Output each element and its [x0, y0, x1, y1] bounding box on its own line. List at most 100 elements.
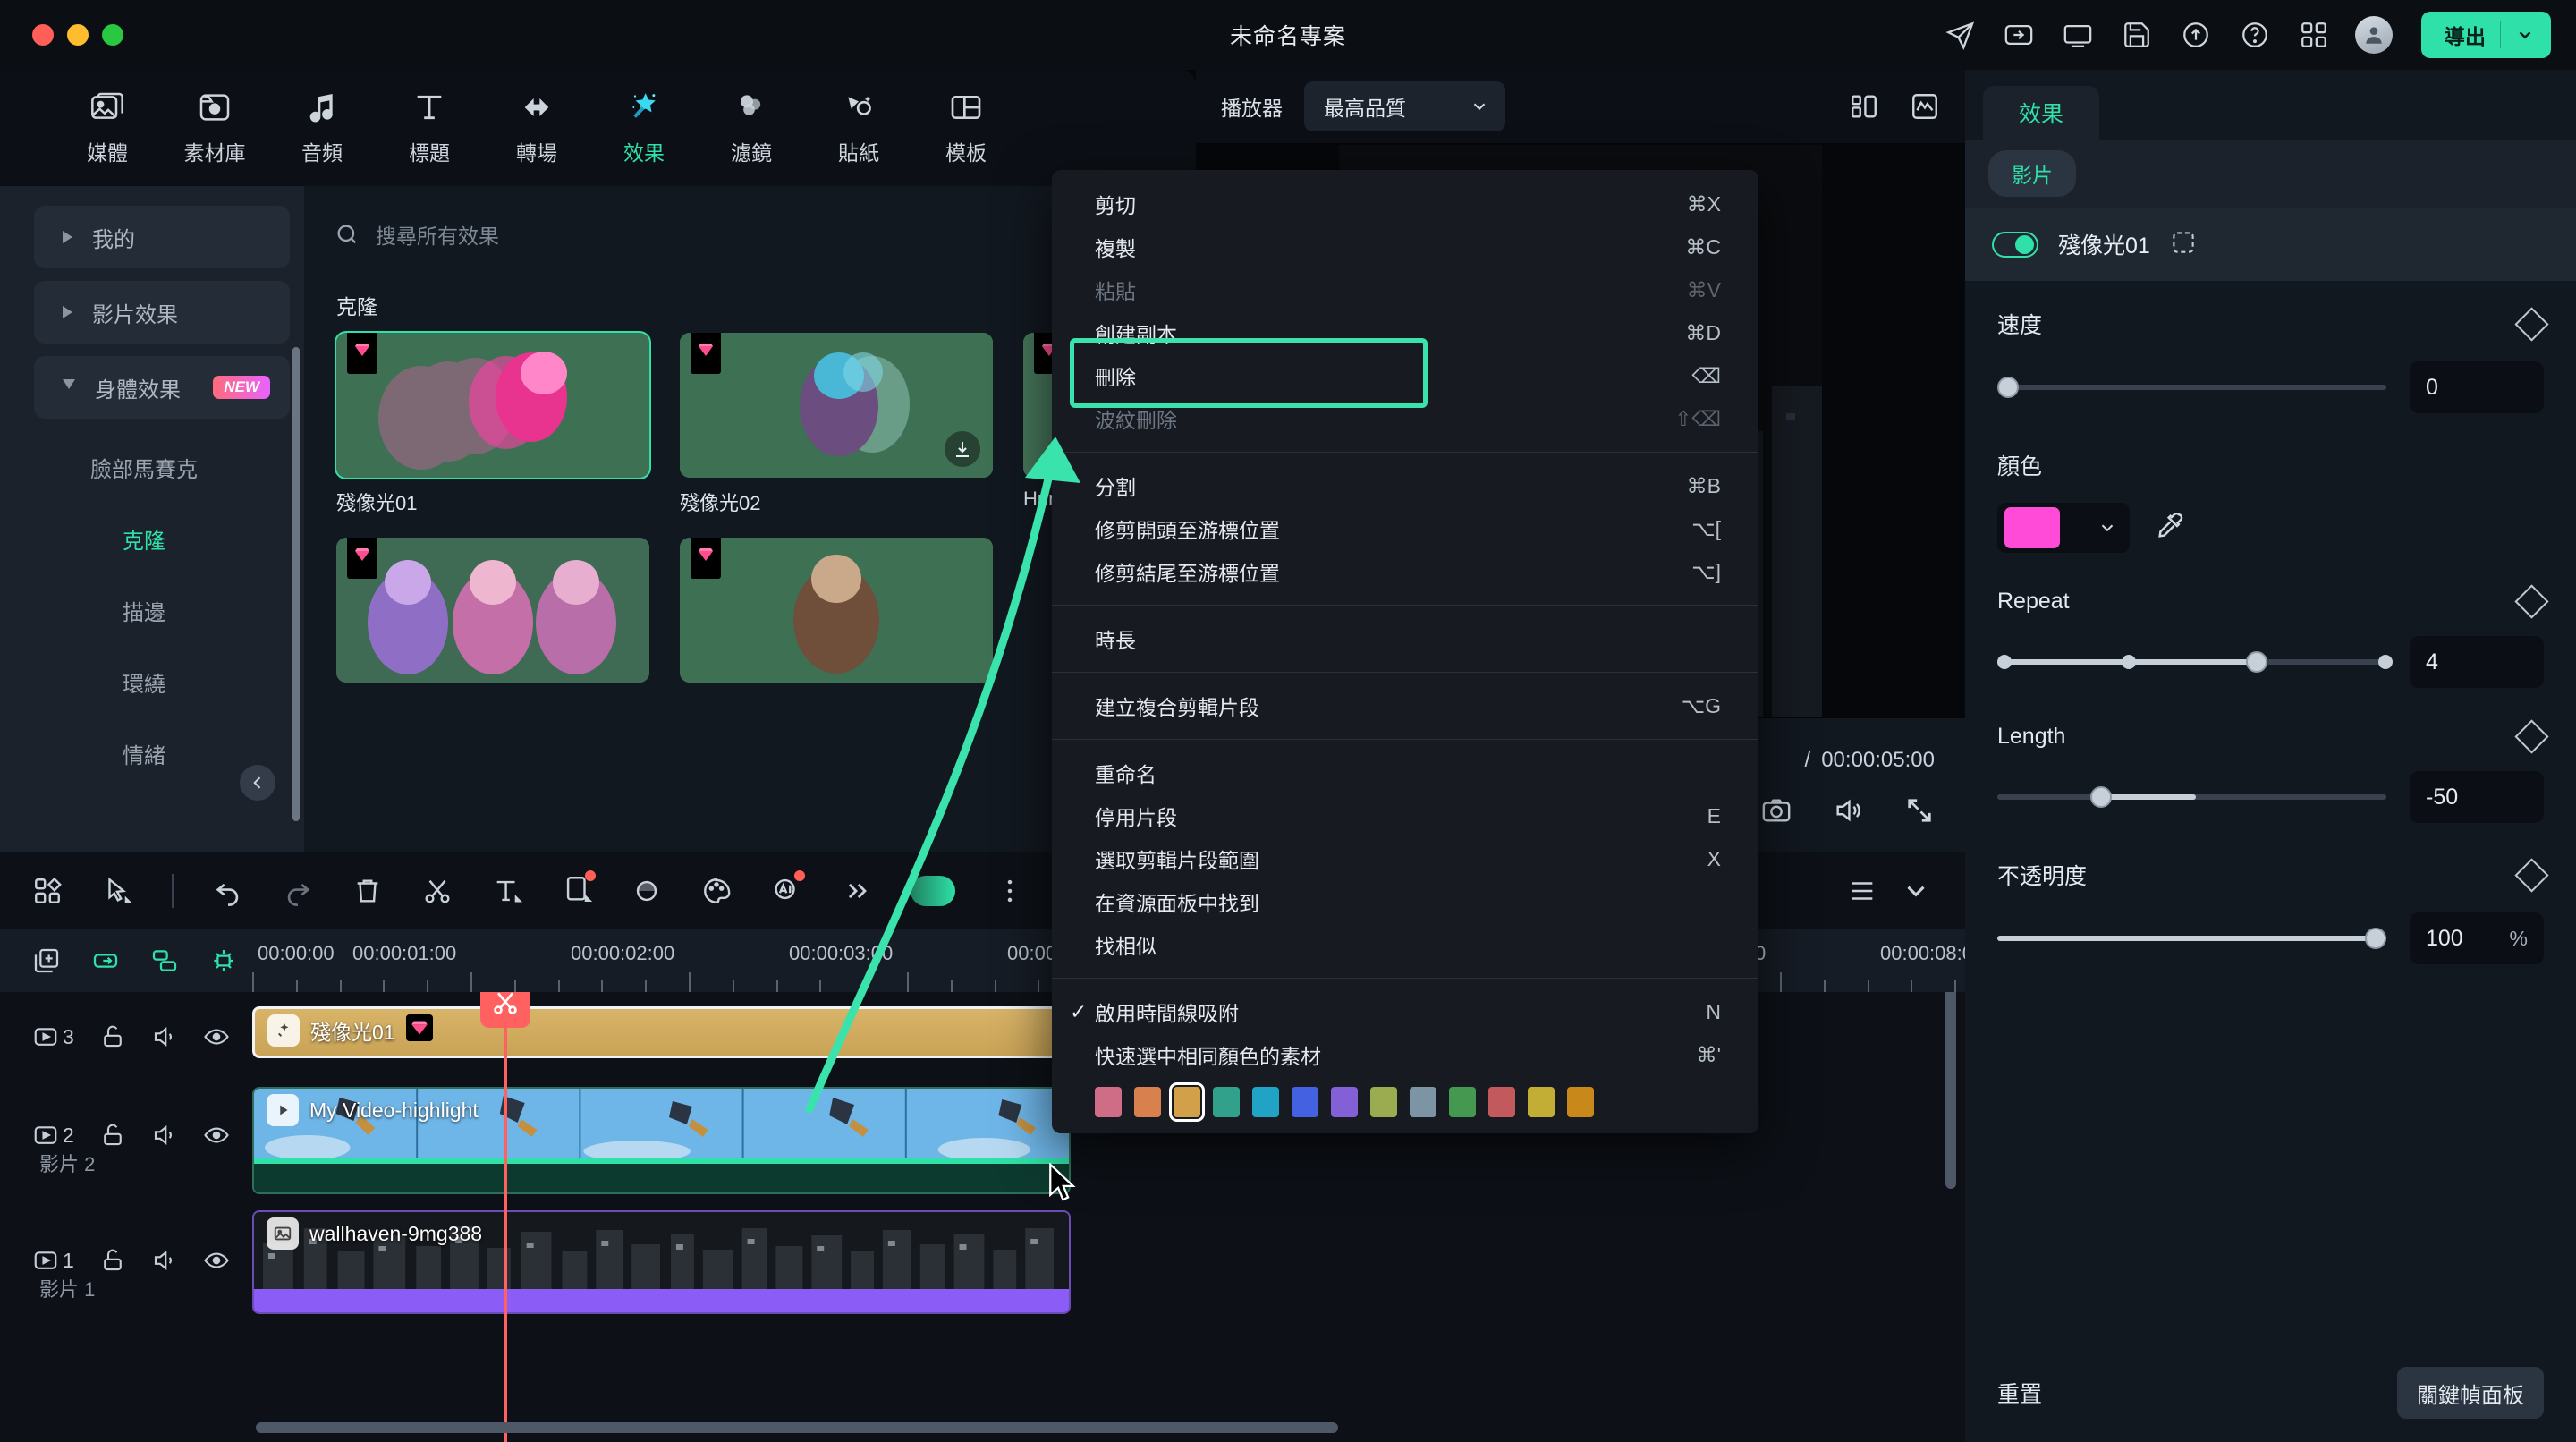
- menu-item-複製[interactable]: 複製 ⌘C: [1052, 225, 1758, 268]
- keyframe-panel-button[interactable]: 關鍵幀面板: [2397, 1367, 2544, 1419]
- speed-slider[interactable]: [1997, 376, 2386, 399]
- mask-icon[interactable]: [631, 876, 662, 906]
- cloud-backup-icon[interactable]: [2001, 17, 2037, 53]
- unlock-icon[interactable]: [99, 1023, 126, 1050]
- ai-icon[interactable]: [771, 874, 801, 904]
- reset-button[interactable]: 重置: [1997, 1377, 2042, 1409]
- more-icon[interactable]: [841, 876, 871, 906]
- select-tool-icon[interactable]: [102, 876, 132, 906]
- menu-item-停用片段[interactable]: 停用片段 E: [1052, 794, 1758, 837]
- timeline-clip-image[interactable]: wallhaven-9mg388: [252, 1210, 1071, 1314]
- menu-icon[interactable]: [995, 876, 1025, 906]
- tab-template[interactable]: 模板: [912, 89, 1020, 166]
- ai-icon-wrapper[interactable]: [771, 869, 805, 909]
- collapse-panel-button[interactable]: [240, 765, 275, 801]
- effect-enable-toggle[interactable]: [1992, 231, 2038, 258]
- menu-item-快速選中相同顏色的素材[interactable]: 快速選中相同顏色的素材 ⌘': [1052, 1033, 1758, 1076]
- chevron-down-icon[interactable]: [2515, 25, 2535, 45]
- delete-icon[interactable]: [352, 876, 383, 906]
- menu-item-重命名[interactable]: 重命名: [1052, 751, 1758, 794]
- category-body-effects[interactable]: 身體效果 NEW: [34, 356, 290, 419]
- screen-recorder-icon[interactable]: [2060, 17, 2096, 53]
- subcategory-surround[interactable]: 環繞: [34, 646, 290, 717]
- color-select[interactable]: [1997, 503, 2130, 553]
- menu-item-修剪結尾至游標位置[interactable]: 修剪結尾至游標位置 ⌥]: [1052, 550, 1758, 593]
- keyframe-icon[interactable]: [2514, 584, 2549, 619]
- effect-card[interactable]: [336, 538, 649, 683]
- volume-icon[interactable]: [151, 1122, 178, 1149]
- menu-item-時長[interactable]: 時長: [1052, 617, 1758, 660]
- effect-thumbnail[interactable]: [680, 538, 993, 683]
- opacity-value-field[interactable]: 100 %: [2410, 912, 2544, 964]
- volume-icon[interactable]: [151, 1023, 178, 1050]
- snapshot-icon[interactable]: [1761, 795, 1792, 826]
- chip-video[interactable]: 影片: [1988, 150, 2076, 197]
- record-icon[interactable]: [911, 876, 955, 906]
- color-swatch[interactable]: [1449, 1087, 1476, 1117]
- slider-knob[interactable]: [2365, 928, 2386, 949]
- save-icon[interactable]: [2119, 17, 2155, 53]
- group-icon[interactable]: [150, 946, 179, 975]
- chevron-down-icon[interactable]: [1901, 876, 1931, 906]
- effect-thumbnail[interactable]: [680, 333, 993, 478]
- effect-card[interactable]: 殘像光01: [335, 331, 651, 516]
- tab-audio[interactable]: 音頻: [268, 89, 376, 166]
- tab-sticker[interactable]: 貼紙: [805, 89, 912, 166]
- mask-region-icon[interactable]: [2170, 229, 2197, 260]
- speed-value-field[interactable]: 0: [2410, 361, 2544, 413]
- color-swatch[interactable]: [1213, 1087, 1240, 1117]
- color-swatch[interactable]: [1567, 1087, 1594, 1117]
- color-icon[interactable]: [701, 876, 732, 906]
- keyframe-icon[interactable]: [2514, 719, 2549, 754]
- effect-card[interactable]: 殘像光02: [680, 333, 993, 516]
- color-swatch[interactable]: [1134, 1087, 1161, 1117]
- color-swatch[interactable]: [1488, 1087, 1515, 1117]
- repeat-slider[interactable]: [1997, 650, 2394, 674]
- avatar[interactable]: [2355, 16, 2393, 54]
- length-slider[interactable]: [1997, 785, 2386, 809]
- color-swatch[interactable]: [1252, 1087, 1279, 1117]
- help-icon[interactable]: [2237, 17, 2273, 53]
- subcategory-clone[interactable]: 克隆: [34, 503, 290, 574]
- color-swatch[interactable]: [1528, 1087, 1555, 1117]
- color-swatch[interactable]: [1410, 1087, 1436, 1117]
- slider-knob[interactable]: [2090, 786, 2113, 808]
- waveform-icon[interactable]: [1910, 91, 1940, 122]
- marker-icon[interactable]: [209, 946, 238, 975]
- export-button[interactable]: 導出: [2421, 12, 2551, 58]
- undo-icon[interactable]: [213, 876, 243, 906]
- tab-transition[interactable]: 轉場: [483, 89, 590, 166]
- link-icon[interactable]: [91, 946, 120, 975]
- menu-item-分割[interactable]: 分割 ⌘B: [1052, 464, 1758, 507]
- keyframe-icon[interactable]: [2514, 857, 2549, 893]
- menu-item-修剪開頭至游標位置[interactable]: 修剪開頭至游標位置 ⌥[: [1052, 507, 1758, 550]
- eye-icon[interactable]: [203, 1122, 230, 1149]
- unlock-icon[interactable]: [99, 1247, 126, 1274]
- eyedropper-icon[interactable]: [2155, 511, 2185, 546]
- search-input[interactable]: 搜尋所有效果: [335, 208, 1083, 261]
- context-menu[interactable]: 剪切 ⌘X 複製 ⌘C 粘貼 ⌘V 創建副本 ⌘D 刪除 ⌫ 波紋刪除 ⇧⌫ 分割 ⌘B 修剪開頭至游標位置…: [1052, 170, 1758, 1133]
- split-view-icon[interactable]: [1849, 91, 1879, 122]
- tab-filters[interactable]: 濾鏡: [698, 89, 805, 166]
- quality-select[interactable]: 最高品質: [1304, 81, 1505, 131]
- timeline-vertical-scrollbar[interactable]: [1945, 992, 1956, 1189]
- color-swatch[interactable]: [1370, 1087, 1397, 1117]
- share-icon[interactable]: [1942, 17, 1978, 53]
- tab-media[interactable]: 媒體: [54, 89, 161, 166]
- subcategory-outline[interactable]: 描邊: [34, 574, 290, 646]
- effect-thumbnail[interactable]: [336, 538, 649, 683]
- keyframe-icon[interactable]: [2514, 306, 2549, 342]
- menu-item-剪切[interactable]: 剪切 ⌘X: [1052, 182, 1758, 225]
- tab-title[interactable]: 標題: [376, 89, 483, 166]
- fullscreen-icon[interactable]: [1904, 795, 1935, 826]
- volume-icon[interactable]: [151, 1247, 178, 1274]
- menu-item-建立複合剪輯片段[interactable]: 建立複合剪輯片段 ⌥G: [1052, 684, 1758, 727]
- volume-icon[interactable]: [1833, 795, 1863, 826]
- menu-item-啟用時間線吸附[interactable]: ✓ 啟用時間線吸附 N: [1052, 990, 1758, 1033]
- subcategory-face-mosaic[interactable]: 臉部馬賽克: [34, 431, 290, 503]
- crop-icon[interactable]: [562, 874, 593, 904]
- chevron-down-icon[interactable]: [2097, 518, 2117, 538]
- color-swatch[interactable]: [1331, 1087, 1358, 1117]
- unlock-icon[interactable]: [99, 1122, 126, 1149]
- list-view-icon[interactable]: [1847, 876, 1877, 906]
